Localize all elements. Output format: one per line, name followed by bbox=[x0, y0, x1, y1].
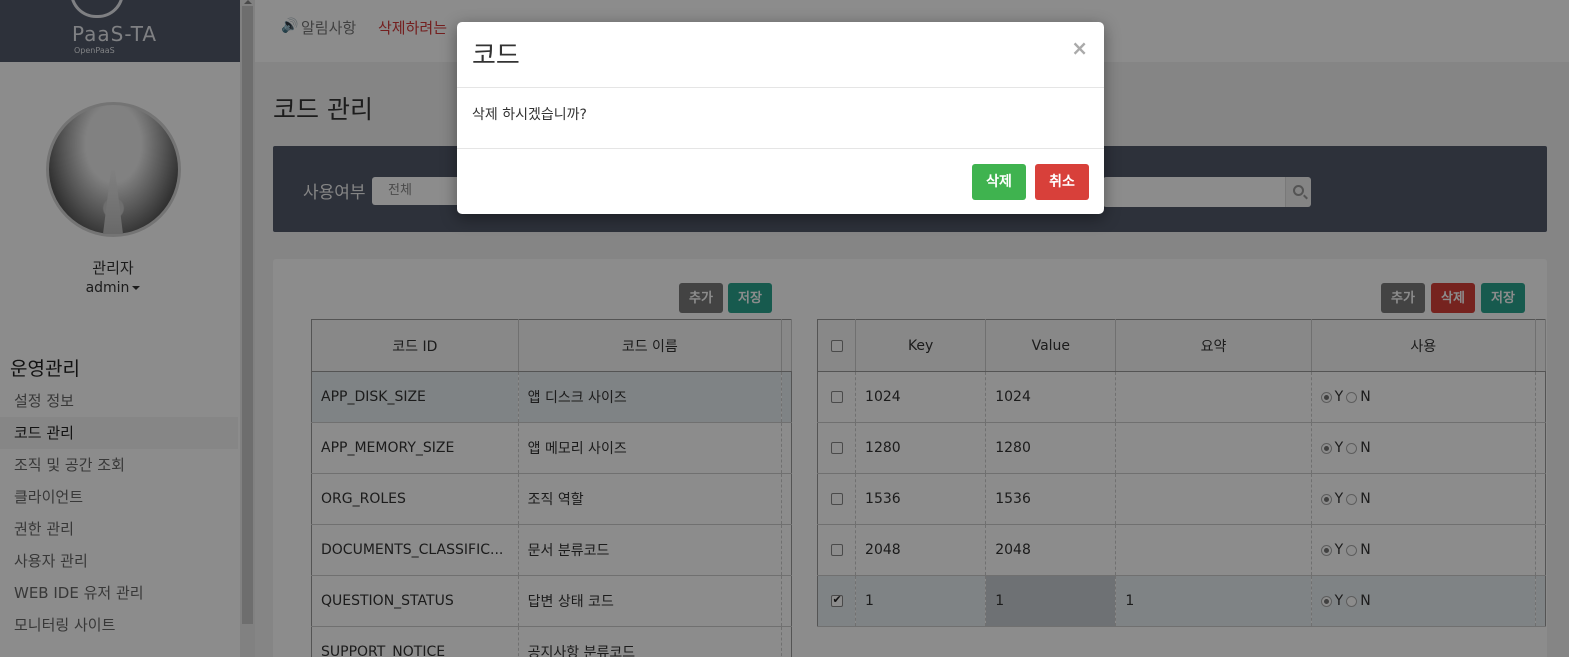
dialog-footer: 삭제 취소 bbox=[457, 149, 1104, 213]
dialog-message: 삭제 하시겠습니까? bbox=[472, 107, 587, 123]
dialog-body: 삭제 하시겠습니까? bbox=[457, 88, 1104, 149]
close-icon[interactable]: × bbox=[1071, 36, 1088, 60]
dialog-header: 코드 × bbox=[457, 22, 1104, 88]
dialog-title: 코드 bbox=[472, 41, 520, 71]
confirm-dialog: 코드 × 삭제 하시겠습니까? 삭제 취소 bbox=[457, 22, 1104, 214]
cancel-button[interactable]: 취소 bbox=[1035, 164, 1089, 200]
confirm-delete-button[interactable]: 삭제 bbox=[972, 164, 1026, 200]
